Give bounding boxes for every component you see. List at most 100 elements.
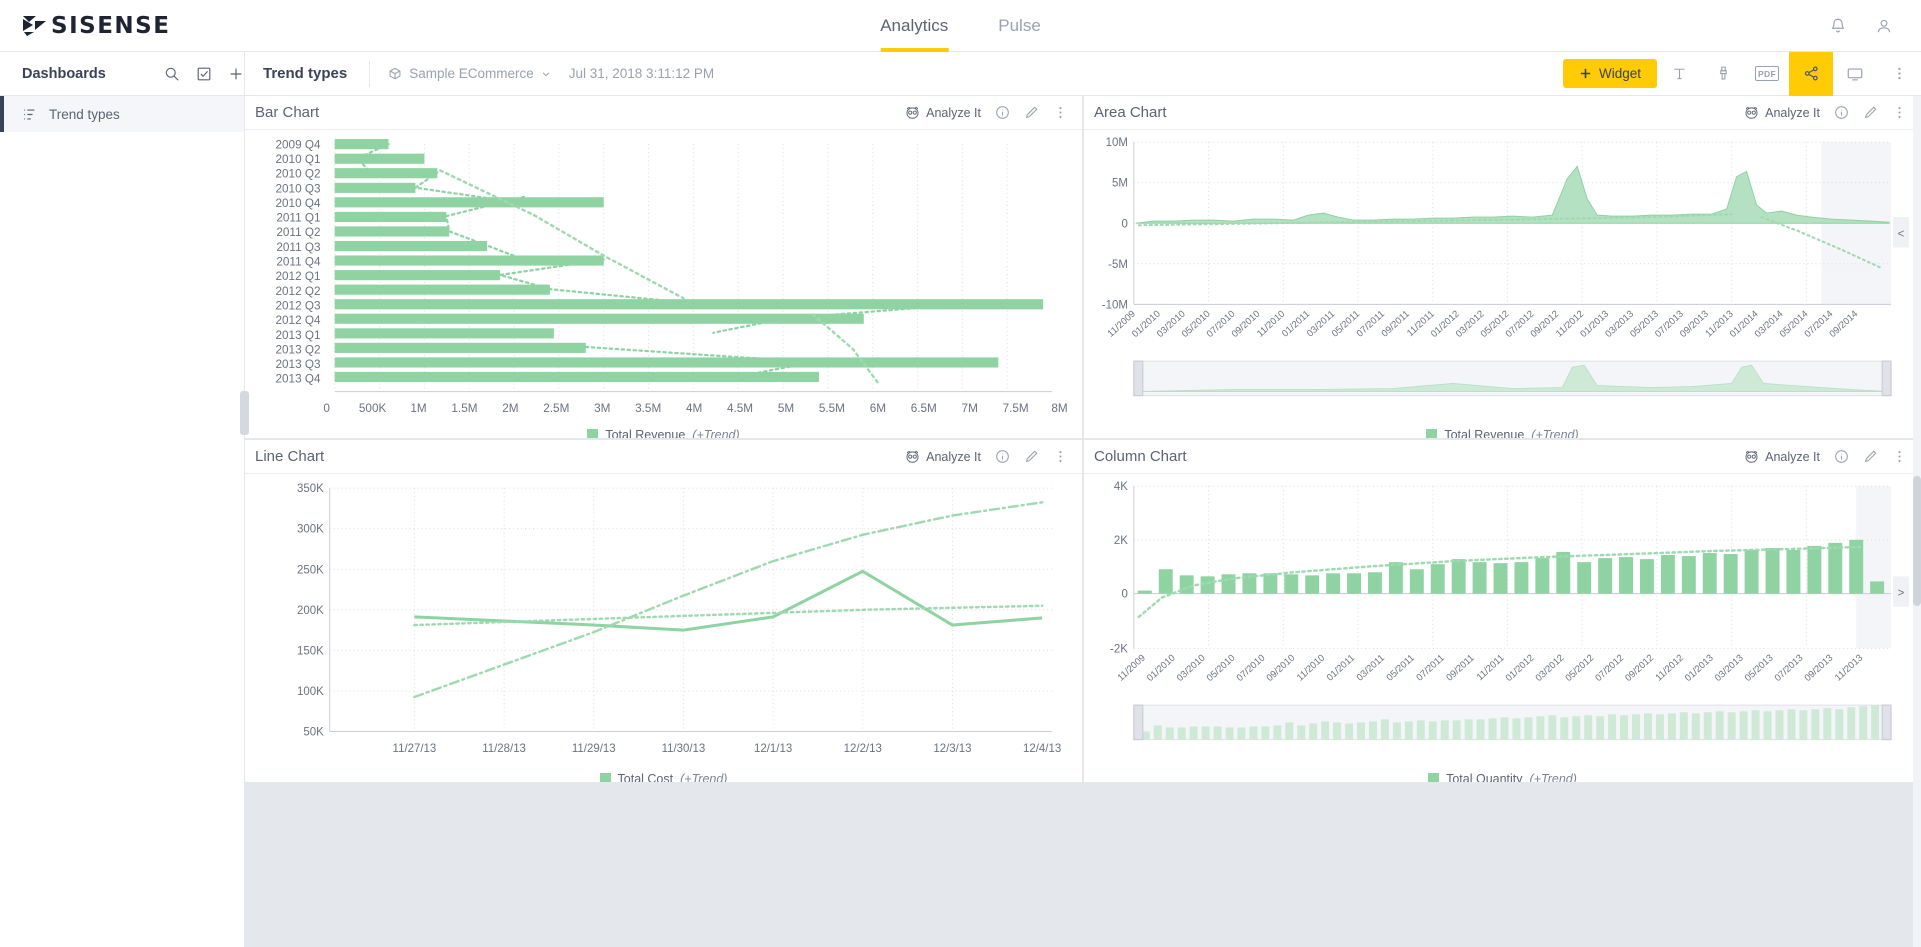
more-icon[interactable] [1053, 105, 1068, 120]
share-icon[interactable] [1789, 52, 1833, 96]
svg-text:2009 Q4: 2009 Q4 [276, 138, 321, 151]
edit-icon[interactable] [1024, 105, 1039, 120]
svg-text:09/2011: 09/2011 [1380, 308, 1412, 339]
svg-text:05/2012: 05/2012 [1563, 652, 1596, 684]
legend-trend-suffix: (+Trend) [1530, 772, 1577, 782]
svg-text:250K: 250K [297, 564, 324, 576]
widget-column-chart: Column Chart Analyze It [1084, 440, 1921, 782]
svg-text:09/2014: 09/2014 [1827, 308, 1860, 340]
svg-text:0: 0 [1122, 218, 1128, 230]
tab-analytics[interactable]: Analytics [880, 0, 948, 52]
more-options-icon[interactable] [1877, 52, 1921, 96]
main-nav-tabs: Analytics Pulse [880, 0, 1041, 52]
pdf-label: PDF [1755, 66, 1780, 81]
info-icon[interactable] [995, 449, 1010, 464]
legend-trend-suffix: (+Trend) [1531, 428, 1578, 438]
svg-text:2013 Q2: 2013 Q2 [276, 343, 321, 356]
svg-text:09/2011: 09/2011 [1444, 652, 1476, 683]
owl-icon [1743, 450, 1760, 464]
paintbrush-icon[interactable] [1701, 52, 1745, 96]
svg-text:0: 0 [323, 402, 330, 415]
svg-text:4K: 4K [1114, 481, 1128, 493]
edit-icon[interactable] [1024, 449, 1039, 464]
user-icon[interactable] [1875, 17, 1893, 35]
sisense-logo[interactable]: SISENSE [0, 13, 245, 39]
dashboard-info-bar: Trend types Sample ECommerce Jul 31, 201… [245, 52, 1921, 96]
info-icon[interactable] [995, 105, 1010, 120]
edit-icon[interactable] [1863, 105, 1878, 120]
presentation-icon[interactable] [1833, 52, 1877, 96]
legend-color-swatch [1428, 773, 1439, 782]
svg-text:2012 Q2: 2012 Q2 [276, 285, 321, 298]
column-chart-svg[interactable]: > 4K2K 0-2K 11/2009 01/2010 03/2010 05/2… [1094, 480, 1911, 764]
widget-actions: Analyze It [904, 105, 1068, 120]
sidebar-resize-handle[interactable] [240, 391, 249, 435]
range-selector[interactable] [1134, 705, 1891, 739]
dashboards-sidebar: Trend types [0, 96, 245, 947]
canvas-scrollbar-thumb[interactable] [1913, 476, 1921, 606]
sidebar-title: Dashboards [22, 66, 148, 82]
svg-text:3.5M: 3.5M [635, 402, 661, 415]
more-icon[interactable] [1892, 449, 1907, 464]
search-icon[interactable] [164, 66, 180, 82]
widget-title: Line Chart [255, 448, 324, 465]
sidebar-header: Dashboards [0, 52, 245, 96]
svg-text:01/2012: 01/2012 [1504, 652, 1537, 684]
svg-text:200K: 200K [297, 605, 324, 617]
svg-text:07/2010: 07/2010 [1235, 652, 1268, 684]
analyze-it-button[interactable]: Analyze It [904, 450, 981, 464]
more-icon[interactable] [1053, 449, 1068, 464]
legend-trend-suffix: (+Trend) [692, 428, 739, 438]
widget-body: > 4K2K 0-2K 11/2009 01/2010 03/2010 05/2… [1084, 474, 1921, 766]
svg-text:11/28/13: 11/28/13 [482, 743, 526, 755]
svg-text:-10M: -10M [1102, 299, 1128, 311]
sidebar-item-trend-types[interactable]: Trend types [0, 96, 244, 132]
text-widget-icon[interactable] [1657, 52, 1701, 96]
checklist-icon[interactable] [196, 66, 212, 82]
canvas-scrollbar[interactable] [1913, 96, 1921, 947]
info-icon[interactable] [1834, 449, 1849, 464]
range-selector[interactable] [1134, 361, 1891, 395]
dashboard-toolbar: Dashboards Trend types Sample ECommerce [0, 52, 1921, 96]
svg-text:2011 Q4: 2011 Q4 [276, 256, 321, 269]
analyze-it-button[interactable]: Analyze It [1743, 106, 1820, 120]
bell-icon[interactable] [1829, 17, 1847, 35]
owl-icon [904, 106, 921, 120]
plus-icon [1579, 67, 1592, 80]
svg-text:5M: 5M [1112, 178, 1128, 190]
svg-text:11/2013: 11/2013 [1833, 652, 1865, 683]
svg-text:10M: 10M [1106, 137, 1128, 149]
pdf-export-icon[interactable]: PDF [1745, 52, 1789, 96]
more-icon[interactable] [1892, 105, 1907, 120]
add-widget-button[interactable]: Widget [1563, 59, 1657, 88]
svg-text:-5M: -5M [1108, 259, 1128, 271]
svg-text:2011 Q2: 2011 Q2 [276, 226, 320, 239]
svg-text:7.5M: 7.5M [1003, 402, 1029, 415]
legend-color-swatch [1426, 429, 1437, 438]
plus-icon[interactable] [228, 66, 244, 82]
widget-actions: Analyze It [1743, 105, 1907, 120]
svg-text:100K: 100K [297, 686, 324, 698]
svg-text:12/4/13: 12/4/13 [1023, 743, 1061, 755]
info-icon[interactable] [1834, 105, 1849, 120]
svg-text:2010 Q1: 2010 Q1 [276, 153, 321, 166]
cube-icon [388, 67, 402, 81]
svg-text:09/2012: 09/2012 [1623, 652, 1656, 684]
widget-title: Bar Chart [255, 104, 319, 121]
analyze-it-label: Analyze It [1765, 450, 1820, 464]
datasource-selector[interactable]: Sample ECommerce [370, 66, 569, 81]
analyze-it-button[interactable]: Analyze It [904, 106, 981, 120]
analyze-it-label: Analyze It [926, 106, 981, 120]
line-chart-svg[interactable]: 350K300K 250K200K 150K100K 50K 11/27/131… [255, 480, 1072, 764]
widget-header: Line Chart Analyze It [245, 440, 1082, 474]
edit-icon[interactable] [1863, 449, 1878, 464]
legend-label: Total Quantity [1446, 772, 1522, 782]
area-chart-svg[interactable]: < 10M5M 0-5M -10M 11/2009 01/2010 03/201… [1094, 136, 1911, 420]
last-refresh-timestamp: Jul 31, 2018 3:11:12 PM [569, 66, 714, 81]
analyze-it-button[interactable]: Analyze It [1743, 450, 1820, 464]
svg-text:>: > [1898, 588, 1905, 600]
owl-icon [904, 450, 921, 464]
dashboard-canvas: Bar Chart Analyze It [245, 96, 1921, 947]
tab-pulse[interactable]: Pulse [998, 0, 1041, 52]
svg-text:3M: 3M [594, 402, 610, 415]
